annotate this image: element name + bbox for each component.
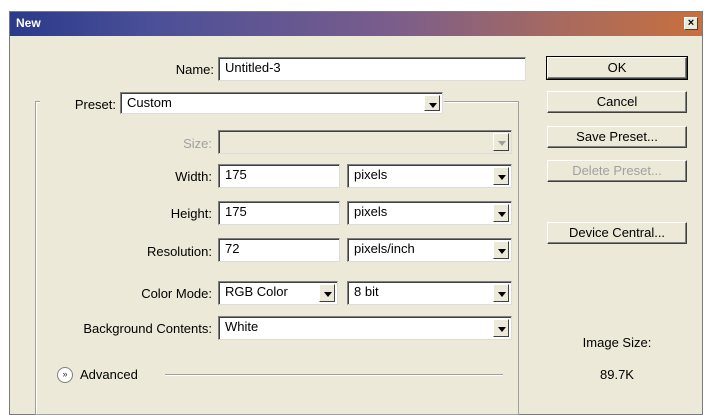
save-preset-button[interactable]: Save Preset... — [547, 126, 687, 148]
chevron-down-icon — [493, 133, 509, 151]
image-size-label: Image Size: — [582, 335, 652, 350]
width-input[interactable]: 175 — [218, 164, 340, 188]
expand-advanced-icon[interactable]: » — [57, 367, 73, 383]
name-label: Name: — [175, 62, 214, 77]
advanced-divider — [165, 374, 503, 376]
width-label: Width: — [175, 169, 212, 184]
color-mode-label: Color Mode: — [141, 286, 212, 301]
chevron-down-icon[interactable] — [493, 241, 509, 259]
width-unit-value: pixels — [354, 167, 388, 182]
preset-label: Preset: — [74, 97, 116, 112]
chevron-down-icon[interactable] — [493, 204, 509, 222]
preset-select[interactable]: Custom — [120, 92, 443, 114]
delete-preset-button: Delete Preset... — [547, 160, 687, 182]
chevron-down-icon[interactable] — [493, 319, 509, 337]
name-input[interactable]: Untitled-3 — [218, 57, 526, 81]
color-mode-value: RGB Color — [225, 284, 288, 299]
color-mode-select[interactable]: RGB Color — [218, 281, 338, 305]
resolution-label: Resolution: — [146, 244, 212, 259]
bit-depth-value: 8 bit — [354, 284, 379, 299]
resolution-unit-select[interactable]: pixels/inch — [347, 238, 512, 262]
background-contents-label: Background Contents: — [83, 321, 212, 336]
cancel-button[interactable]: Cancel — [547, 91, 687, 113]
background-contents-select[interactable]: White — [218, 316, 512, 340]
close-icon[interactable]: × — [684, 17, 698, 30]
chevron-down-icon[interactable] — [424, 95, 440, 111]
resolution-input[interactable]: 72 — [218, 238, 340, 262]
height-input[interactable]: 175 — [218, 201, 340, 225]
ok-button[interactable]: OK — [546, 56, 688, 80]
chevron-down-icon[interactable] — [493, 167, 509, 185]
advanced-label[interactable]: Advanced — [80, 367, 138, 382]
chevron-down-icon[interactable] — [319, 284, 335, 302]
title-bar[interactable]: New × — [10, 12, 702, 36]
dialog-title: New — [16, 16, 41, 30]
width-unit-select[interactable]: pixels — [347, 164, 512, 188]
height-label: Height: — [170, 206, 212, 221]
new-document-dialog: New × Name: Untitled-3 Preset: Custom Si… — [9, 11, 703, 415]
image-size-value: 89.7K — [600, 367, 634, 382]
chevron-down-icon[interactable] — [493, 284, 509, 302]
preset-select-value: Custom — [127, 95, 172, 110]
device-central-button[interactable]: Device Central... — [547, 222, 687, 244]
background-contents-value: White — [225, 319, 259, 334]
resolution-unit-value: pixels/inch — [354, 241, 415, 256]
size-select — [218, 130, 512, 154]
height-unit-value: pixels — [354, 204, 388, 219]
height-unit-select[interactable]: pixels — [347, 201, 512, 225]
bit-depth-select[interactable]: 8 bit — [347, 281, 512, 305]
size-label: Size: — [183, 136, 212, 151]
